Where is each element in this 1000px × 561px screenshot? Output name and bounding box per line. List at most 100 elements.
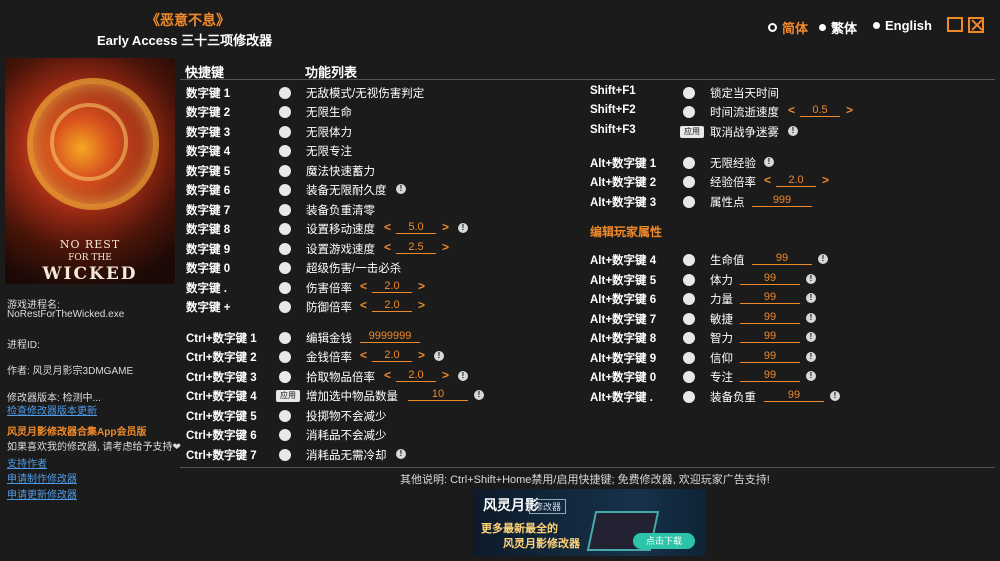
decrease-arrow-icon[interactable]: < xyxy=(384,368,391,382)
toggle-switch[interactable] xyxy=(683,196,695,208)
decrease-arrow-icon[interactable]: < xyxy=(360,348,367,362)
toggle-switch[interactable] xyxy=(683,371,695,383)
value-field[interactable]: 5.0 xyxy=(396,221,436,234)
function-label: 装备负重 xyxy=(710,392,756,404)
edit-field[interactable]: 99 xyxy=(740,330,800,343)
info-icon[interactable]: ! xyxy=(474,390,484,400)
value-field[interactable]: 2.0 xyxy=(372,349,412,362)
edit-field[interactable]: 99 xyxy=(740,311,800,324)
toggle-switch[interactable] xyxy=(683,293,695,305)
toggle-switch[interactable] xyxy=(279,243,291,255)
info-icon[interactable]: ! xyxy=(764,157,774,167)
toggle-switch[interactable] xyxy=(279,282,291,294)
value-field[interactable]: 2.0 xyxy=(776,174,816,187)
value-field[interactable]: 2.0 xyxy=(372,299,412,312)
info-icon[interactable]: ! xyxy=(806,293,816,303)
decrease-arrow-icon[interactable]: < xyxy=(384,220,391,234)
edit-field[interactable]: 10 xyxy=(408,388,468,401)
minimize-icon[interactable] xyxy=(947,17,963,32)
toggle-switch[interactable] xyxy=(279,126,291,138)
edit-field[interactable]: 999 xyxy=(752,194,812,207)
edit-field[interactable]: 99 xyxy=(752,252,812,265)
toggle-switch[interactable] xyxy=(279,449,291,461)
close-icon[interactable] xyxy=(968,17,984,33)
toggle-switch[interactable] xyxy=(683,274,695,286)
info-icon[interactable]: ! xyxy=(818,254,828,264)
increase-arrow-icon[interactable]: > xyxy=(418,348,425,362)
toggle-switch[interactable] xyxy=(683,157,695,169)
lang-traditional[interactable]: 繁体 xyxy=(819,18,857,37)
footer-divider xyxy=(180,467,995,468)
apply-button[interactable]: 应用 xyxy=(680,126,704,138)
function-label: 设置游戏速度 xyxy=(306,244,375,256)
value-field[interactable]: 0.5 xyxy=(800,104,840,117)
info-icon[interactable]: ! xyxy=(396,449,406,459)
edit-field[interactable]: 99 xyxy=(764,389,824,402)
toggle-switch[interactable] xyxy=(279,429,291,441)
toggle-switch[interactable] xyxy=(279,262,291,274)
increase-arrow-icon[interactable]: > xyxy=(418,298,425,312)
toggle-switch[interactable] xyxy=(683,391,695,403)
increase-arrow-icon[interactable]: > xyxy=(442,240,449,254)
check-update-link[interactable]: 检查修改器版本更新 xyxy=(7,402,97,417)
info-icon[interactable]: ! xyxy=(806,313,816,323)
edit-field[interactable]: 9999999 xyxy=(360,330,420,343)
ad-banner[interactable]: 风灵月影 修改器 更多最新最全的 风灵月影修改器 点击下载 xyxy=(473,489,706,556)
toggle-switch[interactable] xyxy=(683,106,695,118)
request-trainer-link[interactable]: 申请制作修改器 xyxy=(7,470,77,485)
decrease-arrow-icon[interactable]: < xyxy=(788,103,795,117)
toggle-switch[interactable] xyxy=(683,332,695,344)
info-icon[interactable]: ! xyxy=(806,352,816,362)
value-field[interactable]: 2.0 xyxy=(372,280,412,293)
toggle-switch[interactable] xyxy=(279,87,291,99)
toggle-switch[interactable] xyxy=(279,301,291,313)
toggle-switch[interactable] xyxy=(279,410,291,422)
toggle-switch[interactable] xyxy=(279,351,291,363)
decrease-arrow-icon[interactable]: < xyxy=(360,298,367,312)
info-icon[interactable]: ! xyxy=(458,371,468,381)
increase-arrow-icon[interactable]: > xyxy=(442,220,449,234)
increase-arrow-icon[interactable]: > xyxy=(846,103,853,117)
increase-arrow-icon[interactable]: > xyxy=(442,368,449,382)
ad-download-button[interactable]: 点击下载 xyxy=(633,533,695,549)
apply-button[interactable]: 应用 xyxy=(276,390,300,402)
toggle-switch[interactable] xyxy=(279,223,291,235)
toggle-switch[interactable] xyxy=(683,176,695,188)
lang-simplified[interactable]: 简体 xyxy=(768,18,808,37)
value-field[interactable]: 2.5 xyxy=(396,241,436,254)
info-icon[interactable]: ! xyxy=(830,391,840,401)
edit-field[interactable]: 99 xyxy=(740,369,800,382)
toggle-switch[interactable] xyxy=(683,254,695,266)
toggle-switch[interactable] xyxy=(279,106,291,118)
decrease-arrow-icon[interactable]: < xyxy=(360,279,367,293)
increase-arrow-icon[interactable]: > xyxy=(822,173,829,187)
edit-field[interactable]: 99 xyxy=(740,350,800,363)
support-author-link[interactable]: 支持作者 xyxy=(7,455,47,470)
toggle-switch[interactable] xyxy=(683,352,695,364)
info-icon[interactable]: ! xyxy=(806,332,816,342)
toggle-switch[interactable] xyxy=(279,204,291,216)
toggle-switch[interactable] xyxy=(683,87,695,99)
app-promo-link[interactable]: 风灵月影修改器合集App会员版 xyxy=(7,423,146,438)
edit-field[interactable]: 99 xyxy=(740,272,800,285)
decrease-arrow-icon[interactable]: < xyxy=(384,240,391,254)
edit-field[interactable]: 99 xyxy=(740,291,800,304)
info-icon[interactable]: ! xyxy=(806,371,816,381)
toggle-switch[interactable] xyxy=(279,184,291,196)
decrease-arrow-icon[interactable]: < xyxy=(764,173,771,187)
info-icon[interactable]: ! xyxy=(458,223,468,233)
lang-english[interactable]: English xyxy=(873,18,932,33)
info-icon[interactable]: ! xyxy=(396,184,406,194)
value-field[interactable]: 2.0 xyxy=(396,369,436,382)
toggle-switch[interactable] xyxy=(279,371,291,383)
increase-arrow-icon[interactable]: > xyxy=(418,279,425,293)
toggle-switch[interactable] xyxy=(279,332,291,344)
info-icon[interactable]: ! xyxy=(788,126,798,136)
request-update-link[interactable]: 申请更新修改器 xyxy=(7,486,77,501)
hotkey-label: Ctrl+数字键 3 xyxy=(186,372,257,384)
info-icon[interactable]: ! xyxy=(806,274,816,284)
toggle-switch[interactable] xyxy=(683,313,695,325)
info-icon[interactable]: ! xyxy=(434,351,444,361)
toggle-switch[interactable] xyxy=(279,165,291,177)
toggle-switch[interactable] xyxy=(279,145,291,157)
